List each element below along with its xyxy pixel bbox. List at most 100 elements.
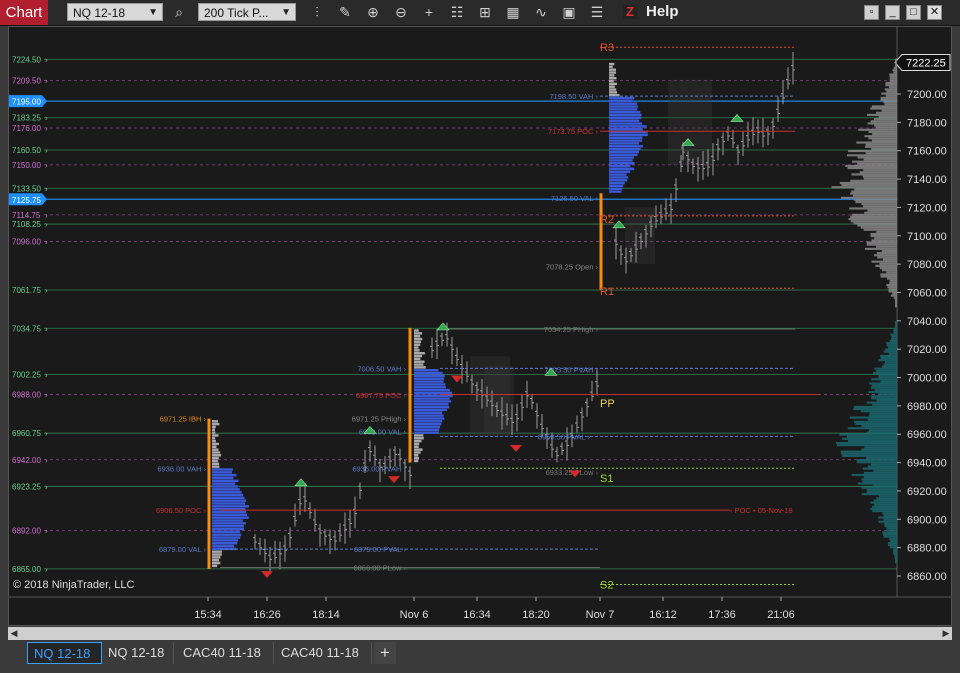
market-profile-row [212, 550, 222, 553]
volume-profile-bar [853, 222, 897, 225]
volume-profile-bar [889, 537, 897, 540]
volume-profile-bar [855, 201, 897, 204]
market-profile-row [414, 366, 426, 369]
volume-profile-bar [857, 459, 897, 462]
level-label: 7114.75 [12, 211, 41, 220]
swing-low-arrow-icon [451, 375, 463, 383]
market-profile-row [609, 150, 640, 154]
volume-profile-bar [871, 139, 897, 142]
volume-profile-bar [851, 160, 897, 163]
market-profile-row [414, 414, 444, 417]
volume-profile-bar [851, 213, 897, 216]
price-tick-label: 6940.00 [907, 458, 947, 470]
scroll-right-icon[interactable]: ▶ [940, 627, 952, 640]
volume-profile-bar [889, 539, 897, 542]
volume-profile-bar [861, 425, 897, 428]
market-profile-row [414, 332, 423, 335]
volume-profile-bar [849, 416, 897, 419]
market-profile-row [609, 125, 647, 128]
volume-profile-bar [831, 186, 897, 189]
volume-profile-bar [848, 218, 897, 221]
volume-profile-bar [870, 120, 897, 123]
volume-profile-bar [874, 124, 897, 127]
volume-profile-bar [852, 194, 897, 197]
volume-profile-bar [883, 535, 897, 538]
level-arrow: › [45, 482, 48, 491]
level-arrow: › [45, 220, 48, 229]
volume-profile-bar [869, 412, 897, 415]
volume-profile-bar [857, 224, 897, 227]
volume-profile-bar [888, 346, 897, 349]
level-annotation: 6906.50 POC › [156, 506, 207, 515]
current-price-label: 7222.25 [906, 57, 946, 69]
level-label: 6865.00 [12, 565, 41, 574]
level-arrow: › [45, 456, 48, 465]
market-profile-row [212, 459, 218, 463]
volume-profile-bar [847, 167, 897, 170]
volume-profile-bar [872, 371, 897, 374]
volume-profile-bar [871, 378, 897, 381]
volume-profile-bar [880, 356, 897, 360]
market-profile-row [212, 476, 234, 480]
market-profile-row [212, 499, 247, 502]
price-tick-label: 7080.00 [907, 259, 947, 271]
market-profile-row [212, 564, 218, 568]
volume-profile-bar [863, 476, 897, 479]
volume-profile-bar [871, 397, 897, 400]
time-tick-label: Nov 7 [586, 609, 615, 621]
volume-profile-bar [887, 286, 897, 289]
volume-profile-bar [887, 277, 897, 280]
volume-profile-bar [883, 518, 897, 521]
market-profile-row [414, 417, 445, 420]
volume-profile-bar [893, 71, 897, 74]
horizontal-scrollbar[interactable]: ◀ ▶ [8, 627, 952, 640]
swing-low-arrow-icon [388, 476, 400, 484]
market-profile-row [414, 397, 450, 400]
tab-cac40-11-18[interactable]: CAC40 11-18 [177, 642, 274, 664]
level-annotation: 7034.25 PHigh › [544, 325, 599, 334]
market-profile-row [212, 496, 245, 500]
volume-profile-bar [873, 499, 897, 502]
volume-profile-bar [889, 339, 897, 343]
swing-low-arrow-icon [261, 571, 273, 579]
add-tab-button[interactable]: + [374, 642, 396, 664]
volume-profile-bar [870, 235, 897, 238]
market-profile-row [414, 451, 421, 454]
level-arrow: › [45, 391, 48, 400]
level-label: 7108.25 [12, 220, 41, 229]
price-tick-label: 6920.00 [907, 486, 947, 498]
time-tick-label: 21:06 [767, 609, 795, 621]
volume-profile-bar [883, 350, 897, 353]
market-profile-row [212, 493, 244, 497]
level-arrow: › [45, 286, 48, 295]
market-profile-row [212, 544, 234, 548]
volume-profile-bar [884, 103, 897, 106]
volume-profile-bar [839, 433, 897, 436]
market-profile-row [414, 437, 424, 440]
volume-profile-bar [871, 239, 897, 242]
market-profile-row [609, 119, 640, 122]
volume-profile-bar [885, 348, 897, 351]
market-profile-row [609, 65, 613, 69]
volume-profile-bar [887, 541, 897, 545]
instrument-tab-bar: NQ 12-18 NQ 12-18 CAC40 11-18 CAC40 11-1… [0, 640, 960, 673]
volume-profile-bar [883, 514, 897, 517]
market-profile-row [212, 510, 247, 514]
tab-nq-12-18[interactable]: NQ 12-18 [102, 642, 174, 664]
volume-profile-bar [868, 130, 897, 133]
volume-profile-bar [893, 548, 897, 551]
volume-profile-bar [872, 510, 897, 513]
scroll-left-icon[interactable]: ◀ [8, 627, 20, 640]
volume-profile-bar [871, 260, 897, 263]
tab-cac40-11-18-second[interactable]: CAC40 11-18 [275, 642, 372, 664]
level-arrow: › [45, 211, 48, 220]
chart-canvas[interactable]: 7224.50 › 7209.50 › 7195.00 7183.25 › 7176.00 › 7… [0, 0, 960, 673]
market-profile-row [609, 68, 616, 71]
volume-profile-bar [870, 507, 897, 511]
market-profile-row [609, 62, 615, 66]
price-tick-label: 7180.00 [907, 117, 947, 129]
tab-nq-12-18-active[interactable]: NQ 12-18 [27, 642, 102, 664]
market-profile-row [609, 142, 639, 145]
time-tick-label: 17:36 [708, 609, 736, 621]
market-profile-row [414, 329, 419, 332]
